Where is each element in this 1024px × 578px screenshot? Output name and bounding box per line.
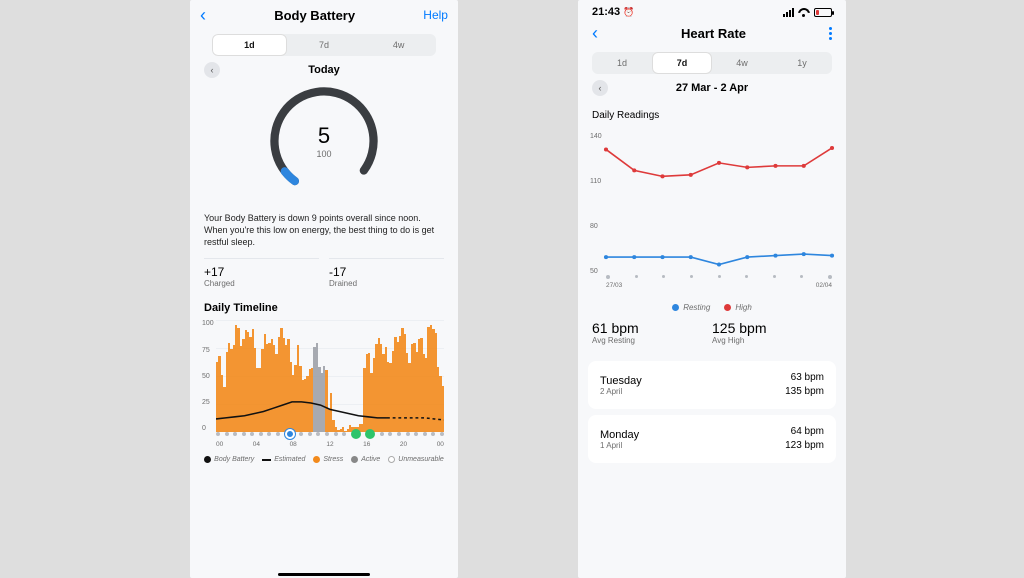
more-icon[interactable] bbox=[829, 27, 832, 40]
legend-label: Active bbox=[361, 456, 380, 463]
tab-4w[interactable]: 4w bbox=[361, 34, 436, 56]
tab-4w[interactable]: 4w bbox=[712, 52, 772, 74]
legend-label: Resting bbox=[683, 303, 710, 312]
xtick: 04 bbox=[253, 441, 260, 448]
charge-drain-row: +17 Charged -17 Drained bbox=[190, 248, 458, 292]
xtick: 08 bbox=[290, 441, 297, 448]
avg-high-value: 125 bpm bbox=[712, 320, 832, 336]
prev-range-icon[interactable]: ‹ bbox=[592, 80, 608, 96]
back-icon[interactable]: ‹ bbox=[200, 6, 206, 24]
date-label: Today bbox=[308, 64, 340, 76]
hr-x-axis: 27/03 02/04 bbox=[606, 282, 832, 289]
avg-resting-value: 61 bpm bbox=[592, 320, 712, 336]
day-resting: 63 bpm bbox=[785, 371, 824, 385]
range-tabs: 1d 7d 4w bbox=[212, 34, 436, 56]
legend-label: Stress bbox=[323, 456, 343, 463]
alarm-icon: ⏰ bbox=[623, 7, 634, 17]
timeline-x-axis: 00 04 08 12 16 20 00 bbox=[216, 441, 444, 448]
day-high: 123 bpm bbox=[785, 439, 824, 453]
day-date: 2 April bbox=[600, 387, 642, 396]
charged-value: +17 bbox=[204, 265, 319, 279]
help-link[interactable]: Help bbox=[423, 8, 448, 22]
timeline-legend: Body Battery Estimated Stress Active Unm… bbox=[202, 456, 446, 463]
wifi-icon bbox=[798, 8, 810, 17]
page-title: Heart Rate bbox=[681, 26, 746, 41]
prev-day-icon[interactable]: ‹ bbox=[204, 62, 220, 78]
legend-label: Unmeasurable bbox=[398, 456, 444, 463]
home-indicator[interactable] bbox=[278, 573, 370, 576]
daily-timeline-chart: 100 75 50 25 0 00 04 08 12 16 20 00 bbox=[204, 320, 444, 450]
back-icon[interactable]: ‹ bbox=[592, 24, 598, 42]
xtick: 00 bbox=[437, 441, 444, 448]
cell-signal-icon bbox=[783, 8, 794, 17]
avg-resting-label: Avg Resting bbox=[592, 336, 712, 345]
battery-icon bbox=[814, 8, 832, 17]
timeline-heading: Daily Timeline bbox=[190, 292, 458, 320]
status-time: 21:43 bbox=[592, 6, 620, 18]
day-card[interactable]: Monday 1 April 64 bpm 123 bpm bbox=[588, 415, 836, 463]
xtick: 27/03 bbox=[606, 282, 622, 289]
day-high: 135 bpm bbox=[785, 385, 824, 399]
day-name: Tuesday bbox=[600, 375, 642, 387]
summary-row: 61 bpm Avg Resting 125 bpm Avg High bbox=[578, 320, 846, 355]
legend-label: High bbox=[735, 303, 751, 312]
day-resting: 64 bpm bbox=[785, 425, 824, 439]
readings-heading: Daily Readings bbox=[578, 100, 846, 127]
drained-value: -17 bbox=[329, 265, 444, 279]
heart-rate-chart: 140 110 80 50 27/03 02/04 bbox=[592, 133, 832, 297]
gauge-value: 5 bbox=[318, 123, 330, 149]
day-name: Monday bbox=[600, 429, 639, 441]
legend-label: Estimated bbox=[274, 456, 305, 463]
tab-7d[interactable]: 7d bbox=[652, 52, 712, 74]
day-date: 1 April bbox=[600, 441, 639, 450]
day-card[interactable]: Tuesday 2 April 63 bpm 135 bpm bbox=[588, 361, 836, 409]
date-navigator: ‹ Today bbox=[190, 64, 458, 76]
xtick: 20 bbox=[400, 441, 407, 448]
range-tabs: 1d 7d 4w 1y bbox=[592, 52, 832, 74]
body-battery-screen: ‹ Body Battery Help 1d 7d 4w ‹ Today 5 1… bbox=[190, 0, 458, 578]
avg-high-label: Avg High bbox=[712, 336, 832, 345]
tab-1y[interactable]: 1y bbox=[772, 52, 832, 74]
status-bar: 21:43 ⏰ bbox=[578, 0, 846, 20]
legend-label: Body Battery bbox=[214, 456, 254, 463]
tab-1d[interactable]: 1d bbox=[592, 52, 652, 74]
xtick: 00 bbox=[216, 441, 223, 448]
body-battery-gauge: 5 100 bbox=[265, 82, 383, 200]
xtick: 02/04 bbox=[816, 282, 832, 289]
charged-label: Charged bbox=[204, 279, 319, 288]
date-range-label: 27 Mar - 2 Apr bbox=[676, 82, 748, 94]
tab-7d[interactable]: 7d bbox=[287, 34, 362, 56]
hr-legend: Resting High bbox=[578, 303, 846, 312]
date-navigator: ‹ 27 Mar - 2 Apr bbox=[578, 82, 846, 94]
legend-resting: Resting bbox=[672, 303, 710, 312]
legend-stress: Stress bbox=[313, 456, 343, 463]
legend-active: Active bbox=[351, 456, 380, 463]
legend-body-battery: Body Battery bbox=[204, 456, 254, 463]
page-title: Body Battery bbox=[274, 8, 355, 23]
legend-estimated: Estimated bbox=[262, 456, 305, 463]
summary-text: Your Body Battery is down 9 points overa… bbox=[190, 212, 458, 248]
xtick: 16 bbox=[363, 441, 370, 448]
header: ‹ Body Battery Help bbox=[190, 0, 458, 28]
drained-label: Drained bbox=[329, 279, 444, 288]
xtick: 12 bbox=[326, 441, 333, 448]
tab-1d[interactable]: 1d bbox=[212, 34, 287, 56]
legend-high: High bbox=[724, 303, 751, 312]
gauge-max: 100 bbox=[316, 149, 331, 159]
heart-rate-screen: 21:43 ⏰ ‹ Heart Rate 1d 7d 4w 1y ‹ 27 Ma… bbox=[578, 0, 846, 578]
legend-unmeasurable: Unmeasurable bbox=[388, 456, 444, 463]
